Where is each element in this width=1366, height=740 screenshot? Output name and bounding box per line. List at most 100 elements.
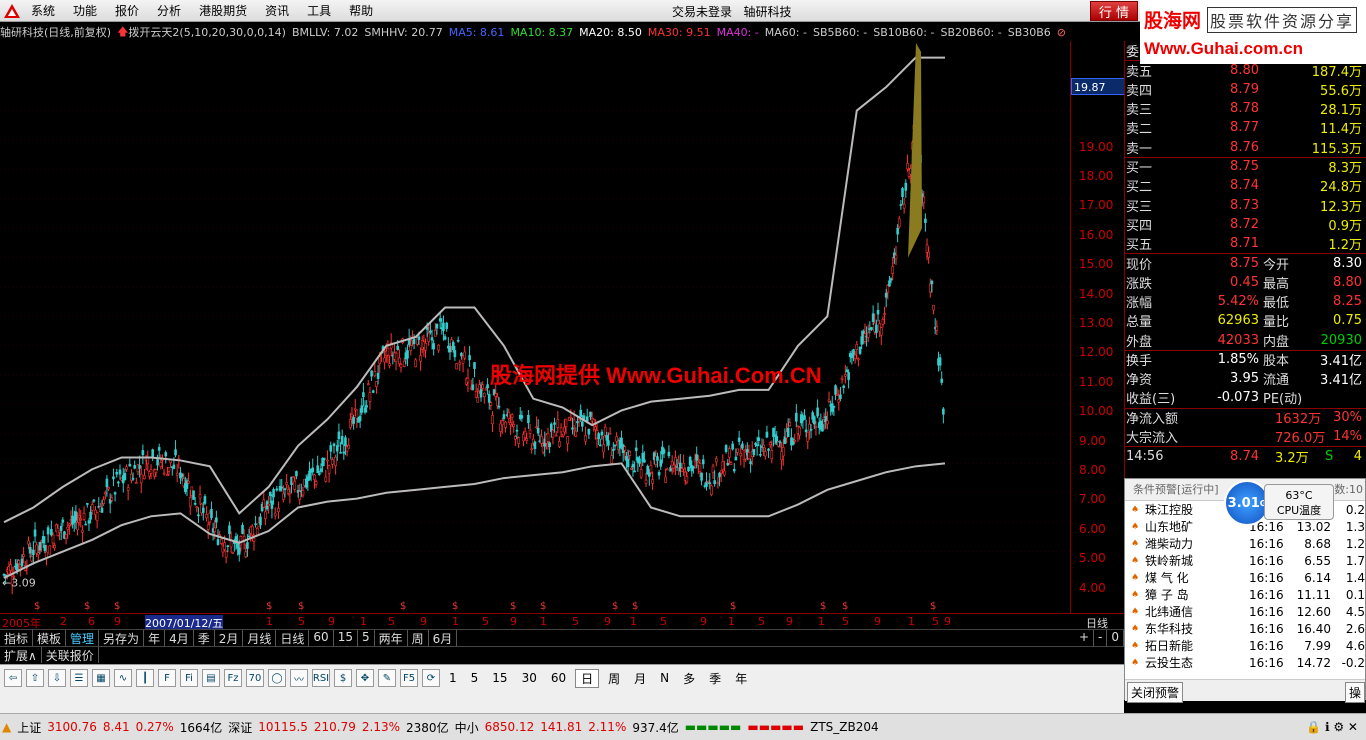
- rsi-icon[interactable]: RSI: [312, 669, 330, 687]
- candle-body: [226, 545, 230, 547]
- move-icon[interactable]: ✥: [356, 669, 374, 687]
- period-button[interactable]: 日: [575, 668, 600, 688]
- f10z-icon[interactable]: 70: [246, 669, 264, 687]
- period-button[interactable]: 60: [546, 671, 571, 685]
- zoom-button[interactable]: +: [1075, 630, 1095, 646]
- circle-icon[interactable]: ◯: [268, 669, 286, 687]
- candle-body: [597, 433, 600, 440]
- tab-2[interactable]: 管理: [66, 630, 100, 646]
- close-alert-button[interactable]: 关闭预警: [1127, 682, 1184, 703]
- menu-item-7[interactable]: 帮助: [340, 2, 382, 19]
- period-button[interactable]: 月: [629, 670, 651, 687]
- left-arrow-icon[interactable]: ⇦: [4, 669, 22, 687]
- menu-item-1[interactable]: 功能: [64, 2, 106, 19]
- status-icons[interactable]: 🔒 ℹ ⚙ ✕: [1306, 720, 1358, 734]
- tab-14[interactable]: 周: [408, 630, 429, 646]
- alert-row[interactable]: ♠ 潍柴动力 16:16 8.68 1.2: [1125, 535, 1365, 552]
- candle-icon[interactable]: ┃: [136, 669, 154, 687]
- line-icon[interactable]: ∿: [114, 669, 132, 687]
- tab-13[interactable]: 两年: [375, 630, 408, 646]
- alert-row[interactable]: ♠ 北纬通信 16:16 12.60 4.5: [1125, 603, 1365, 620]
- zoom-button[interactable]: -: [1094, 630, 1108, 646]
- menu-item-2[interactable]: 报价: [106, 2, 148, 19]
- tab-3[interactable]: 另存为: [99, 630, 145, 646]
- alert-row[interactable]: ♠ 铁岭新城 16:16 6.55 1.7: [1125, 552, 1365, 569]
- period-button[interactable]: 15: [487, 671, 512, 685]
- time-tick: 9: [786, 615, 793, 628]
- candle-body: [695, 454, 698, 461]
- f10-icon[interactable]: F: [158, 669, 176, 687]
- tab-11[interactable]: 15: [334, 630, 358, 646]
- period-button[interactable]: N: [655, 671, 674, 685]
- doc-icon[interactable]: ▤: [202, 669, 220, 687]
- candle-body: [126, 487, 130, 491]
- alert-row[interactable]: ♠ 拓日新能 16:16 7.99 4.6: [1125, 637, 1365, 654]
- alert-row[interactable]: ♠ 獐 子 岛 16:16 11.11 0.1: [1125, 586, 1365, 603]
- refresh-icon[interactable]: ⟳: [422, 669, 440, 687]
- candle-body: [231, 552, 235, 554]
- tab-5[interactable]: 4月: [165, 630, 194, 646]
- candle-body: [37, 552, 40, 555]
- pen-icon[interactable]: ✎: [378, 669, 396, 687]
- tab-6[interactable]: 季: [194, 630, 215, 646]
- list-icon[interactable]: ☰: [70, 669, 88, 687]
- time-tick: 5: [758, 615, 765, 628]
- menu-item-6[interactable]: 工具: [298, 2, 340, 19]
- candle-body: [883, 313, 886, 315]
- period-button[interactable]: 5: [466, 671, 484, 685]
- tab-8[interactable]: 月线: [243, 630, 277, 646]
- candle-body: [280, 486, 284, 489]
- candle-body: [710, 485, 713, 495]
- candle-body: [32, 549, 35, 556]
- tab-9[interactable]: 日线: [276, 630, 310, 646]
- dollar-icon[interactable]: $: [334, 669, 352, 687]
- candle-body: [657, 472, 661, 476]
- alert-row[interactable]: ♠ 东华科技 16:16 16.40 2.6: [1125, 620, 1365, 637]
- quote-button[interactable]: 行 情: [1090, 1, 1138, 21]
- candle-body: [798, 427, 801, 436]
- tab-0[interactable]: 指标: [0, 630, 34, 646]
- candle-body: [314, 481, 318, 485]
- tab-7[interactable]: 2月: [215, 630, 244, 646]
- tab-10[interactable]: 60: [309, 630, 334, 646]
- tab-12[interactable]: 5: [358, 630, 375, 646]
- period-button[interactable]: 多: [678, 670, 700, 687]
- ext-tab-1[interactable]: 关联报价: [42, 647, 99, 663]
- f5-icon[interactable]: F5: [400, 669, 418, 687]
- time-tick: 9: [328, 615, 335, 628]
- candle-body: [41, 536, 45, 544]
- period-button[interactable]: 年: [730, 670, 752, 687]
- up-arrow-icon[interactable]: ⇧: [26, 669, 44, 687]
- alert-bell-icon: ♠: [1131, 538, 1140, 549]
- ext-tab-0[interactable]: 扩展∧: [0, 647, 42, 663]
- menu-item-0[interactable]: 系统: [22, 2, 64, 19]
- price-tick: 7.00: [1079, 492, 1106, 507]
- formula-name[interactable]: 拨开云天2(5,10,20,30,0,0,14): [128, 24, 286, 40]
- menu-item-5[interactable]: 资讯: [256, 2, 298, 19]
- grid-icon[interactable]: ▦: [92, 669, 110, 687]
- operate-button[interactable]: 操: [1344, 682, 1365, 703]
- alert-row[interactable]: ♠ 云投生态 16:16 14.72 -0.2: [1125, 654, 1365, 671]
- menu-item-3[interactable]: 分析: [148, 2, 190, 19]
- period-button[interactable]: 周: [603, 670, 625, 687]
- down-arrow-icon[interactable]: ⇩: [48, 669, 66, 687]
- period-button[interactable]: 1: [444, 671, 462, 685]
- f1z-icon[interactable]: Fz: [224, 669, 242, 687]
- tab-1[interactable]: 模板: [33, 630, 67, 646]
- tab-15[interactable]: 6月: [429, 630, 458, 646]
- alert-row[interactable]: ♠ 煤 气 化 16:16 6.14 1.4: [1125, 569, 1365, 586]
- candle-body: [340, 436, 344, 445]
- menu-item-4[interactable]: 港股期货: [190, 2, 256, 19]
- close-icon[interactable]: ⊘: [1057, 26, 1066, 39]
- cpu-widget[interactable]: 3.01G 63°CCPU温度: [1224, 480, 1336, 526]
- candle-body: [607, 440, 610, 446]
- wave-icon[interactable]: 〰: [290, 669, 308, 687]
- tab-4[interactable]: 年: [144, 630, 166, 646]
- candle-body: [442, 322, 445, 331]
- zoom-button[interactable]: 0: [1107, 630, 1124, 646]
- fin-icon[interactable]: Fi: [180, 669, 198, 687]
- period-button[interactable]: 季: [704, 670, 726, 687]
- period-button[interactable]: 30: [517, 671, 542, 685]
- kline-chart[interactable]: 21.56 ←3.09 $ $ $ $ $ $ $ $ $ $ $ $ $ $ $: [0, 29, 1070, 613]
- candle-body: [203, 496, 207, 504]
